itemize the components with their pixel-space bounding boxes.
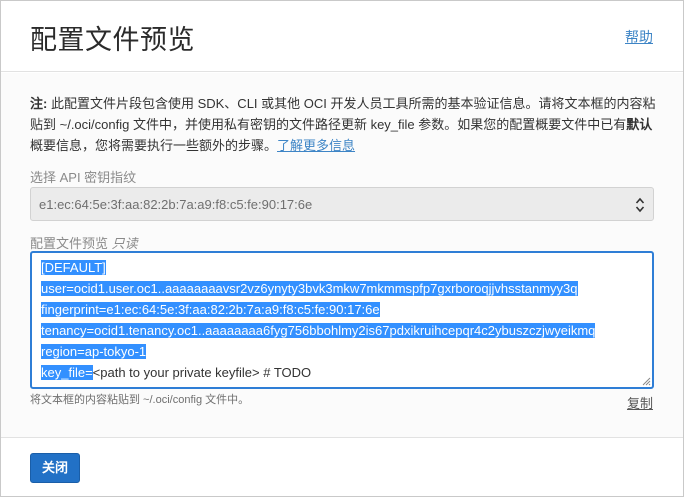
note-prefix: 注: [30, 96, 48, 111]
config-line-text: [DEFAULT] [41, 260, 106, 275]
dialog-title: 配置文件预览 [30, 25, 195, 55]
dialog-footer: 关闭 [1, 437, 683, 496]
chevron-up-down-icon [635, 197, 645, 213]
help-link[interactable]: 帮助 [625, 27, 653, 47]
config-line-text: tenancy=ocid1.tenancy.oc1..aaaaaaaa6fyg7… [41, 323, 596, 338]
config-preview-textarea[interactable]: [DEFAULT] user=ocid1.user.oc1..aaaaaaaav… [30, 251, 654, 389]
config-line: key_file=<path to your private keyfile> … [41, 362, 643, 383]
learn-more-link[interactable]: 了解更多信息 [277, 138, 355, 153]
config-preview-label: 配置文件预览 只读 [30, 233, 138, 252]
copy-link[interactable]: 复制 [627, 393, 653, 412]
readonly-tag: 只读 [111, 236, 138, 251]
note-bold-word: 默认 [626, 117, 653, 132]
info-note: 注: 此配置文件片段包含使用 SDK、CLI 或其他 OCI 开发人员工具所需的… [30, 93, 660, 156]
resize-handle-icon[interactable] [641, 376, 651, 386]
config-line: tenancy=ocid1.tenancy.oc1..aaaaaaaa6fyg7… [41, 320, 643, 341]
config-line-text: user=ocid1.user.oc1..aaaaaaaavsr2vz6ynyt… [41, 281, 578, 296]
paste-hint: 将文本框的内容粘贴到 ~/.oci/config 文件中。 [30, 394, 250, 406]
dialog-header: 配置文件预览 帮助 [1, 1, 683, 72]
config-line: [DEFAULT] [41, 257, 643, 278]
config-line: fingerprint=e1:ec:64:5e:3f:aa:82:2b:7a:a… [41, 299, 643, 320]
note-text-2: 概要信息，您将需要执行一些额外的步骤。 [30, 138, 278, 153]
api-key-fingerprint-value: e1:ec:64:5e:3f:aa:82:2b:7a:a9:f8:c5:fe:9… [39, 197, 313, 212]
dialog-body: 注: 此配置文件片段包含使用 SDK、CLI 或其他 OCI 开发人员工具所需的… [1, 73, 683, 437]
close-button[interactable]: 关闭 [30, 453, 80, 483]
config-line-rest: <path to your private keyfile> # TODO [92, 365, 312, 380]
api-key-fingerprint-select[interactable]: e1:ec:64:5e:3f:aa:82:2b:7a:a9:f8:c5:fe:9… [30, 187, 654, 221]
api-key-fingerprint-label: 选择 API 密钥指纹 [30, 170, 137, 185]
config-line: region=ap-tokyo-1 [41, 341, 643, 362]
note-text-1: 此配置文件片段包含使用 SDK、CLI 或其他 OCI 开发人员工具所需的基本验… [30, 96, 656, 132]
config-line-text: region=ap-tokyo-1 [41, 344, 147, 359]
config-line-selected-part: key_file= [41, 365, 93, 380]
config-preview-label-text: 配置文件预览 [30, 236, 109, 251]
config-line-text: fingerprint=e1:ec:64:5e:3f:aa:82:2b:7a:a… [41, 302, 380, 317]
config-line: user=ocid1.user.oc1..aaaaaaaavsr2vz6ynyt… [41, 278, 643, 299]
config-preview-dialog: 配置文件预览 帮助 注: 此配置文件片段包含使用 SDK、CLI 或其他 OCI… [0, 0, 684, 497]
